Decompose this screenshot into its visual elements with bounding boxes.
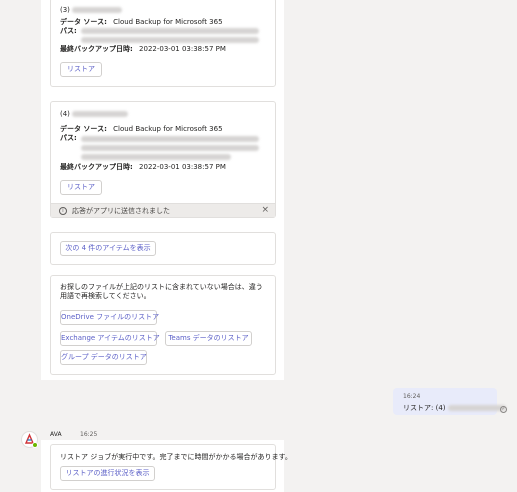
restore-options-card: お探しのファイルが上記のリストに含まれていない場合は、違う用語で再検索してくださ…: [50, 275, 276, 375]
result-3-source-label: データ ソース:: [60, 18, 107, 26]
check-circle-icon: ✓: [500, 406, 507, 413]
bot-message-time: 16:25: [80, 431, 98, 438]
result-3-last-backup-label: 最終バックアップ日時:: [60, 45, 133, 53]
result-card-3: (3) データ ソース: Cloud Backup for Microsoft …: [50, 0, 276, 87]
not-found-text: お探しのファイルが上記のリストに含まれていない場合は、違う用語で再検索してくださ…: [60, 283, 263, 300]
group-restore-button[interactable]: グループ データのリストア: [60, 350, 147, 365]
result-4-index: (4): [60, 110, 70, 118]
result-4-path-label: パス:: [60, 134, 77, 142]
result-4-source-label: データ ソース:: [60, 125, 107, 133]
presence-available-icon: [32, 442, 38, 448]
result-3-path-redacted: [81, 27, 259, 45]
result-3-last-backup-row: 最終バックアップ日時: 2022-03-01 03:38:57 PM: [60, 45, 226, 54]
result-4-last-backup-label: 最終バックアップ日時:: [60, 163, 133, 171]
user-message-text-row: リストア: (4): [403, 403, 506, 413]
show-more-card: 次の 4 件のアイテムを表示: [50, 232, 276, 265]
bot-sender-name: AVA: [50, 431, 62, 438]
result-4-last-backup-row: 最終バックアップ日時: 2022-03-01 03:38:57 PM: [60, 163, 226, 172]
response-sent-notice: i 応答がアプリに送信されました ×: [51, 203, 275, 217]
bot-message-panel: リストア ジョブが実行中です。完了までに時間がかかる場合があります。 リストアの…: [41, 440, 292, 492]
result-4-source-row: データ ソース: Cloud Backup for Microsoft 365: [60, 125, 223, 134]
teams-restore-button[interactable]: Teams データのリストア: [165, 331, 252, 346]
result-3-source-row: データ ソース: Cloud Backup for Microsoft 365: [60, 18, 223, 27]
result-4-source-value: Cloud Backup for Microsoft 365: [113, 125, 223, 133]
show-more-button[interactable]: 次の 4 件のアイテムを表示: [60, 241, 156, 256]
result-3-last-backup-value: 2022-03-01 03:38:57 PM: [139, 45, 226, 53]
bot-results-panel: (3) データ ソース: Cloud Backup for Microsoft …: [41, 0, 284, 380]
bot-avatar: [21, 431, 38, 448]
result-4-restore-button[interactable]: リストア: [60, 180, 102, 195]
restore-job-text: リストア ジョブが実行中です。完了までに時間がかかる場合があります。: [60, 453, 292, 461]
result-4-filename-redacted: [72, 111, 129, 117]
user-message-time: 16:24: [403, 393, 421, 400]
restore-job-card: リストア ジョブが実行中です。完了までに時間がかかる場合があります。 リストアの…: [50, 444, 292, 490]
onedrive-restore-button[interactable]: OneDrive ファイルのリストア: [60, 310, 159, 325]
result-4-path-redacted: [81, 135, 259, 162]
exchange-restore-button[interactable]: Exchange アイテムのリストア: [60, 331, 160, 346]
info-icon: i: [59, 207, 67, 215]
user-message-bubble: 16:24 リストア: (4): [393, 388, 506, 415]
result-4-path-row: パス:: [60, 134, 77, 143]
result-3-source-value: Cloud Backup for Microsoft 365: [113, 18, 223, 26]
result-3-path-label: パス:: [60, 27, 77, 35]
result-4-last-backup-value: 2022-03-01 03:38:57 PM: [139, 163, 226, 171]
result-3-index: (3): [60, 6, 70, 14]
result-4-header: (4): [60, 110, 129, 119]
user-message-redacted: [447, 405, 506, 411]
result-3-filename-redacted: [72, 7, 123, 13]
close-icon[interactable]: ×: [261, 205, 269, 215]
notice-text: 応答がアプリに送信されました: [72, 207, 170, 215]
user-message-text: リストア: (4): [403, 404, 446, 412]
result-3-restore-button[interactable]: リストア: [60, 62, 102, 77]
result-3-path-row: パス:: [60, 27, 77, 36]
result-card-4: (4) データ ソース: Cloud Backup for Microsoft …: [50, 101, 276, 218]
view-restore-progress-button[interactable]: リストアの進行状況を表示: [60, 466, 155, 481]
result-3-header: (3): [60, 6, 123, 15]
